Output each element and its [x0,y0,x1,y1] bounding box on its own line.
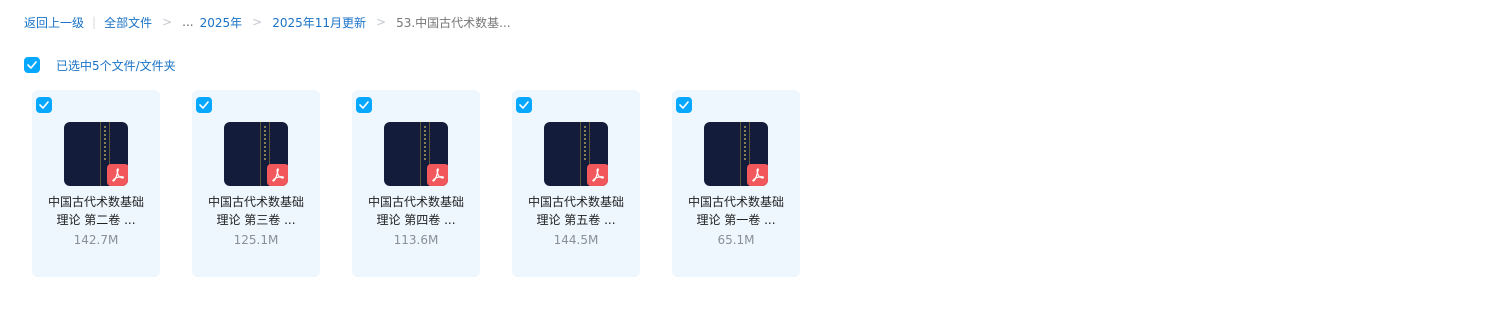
file-name-line: 中国古代术数基础 [687,195,784,209]
pdf-icon [267,164,288,186]
pdf-icon [107,164,128,186]
file-size: 65.1M [717,233,755,247]
file-grid: 中国古代术数基础 理论 第二卷 ... 142.7M 中国古代术数基础 理论 第… [32,90,800,277]
chevron-right-icon: > [376,15,387,29]
check-icon [359,101,369,109]
file-size: 142.7M [73,233,119,247]
file-name-line: 理论 第三卷 ... [216,213,296,227]
file-card[interactable]: 中国古代术数基础 理论 第五卷 ... 144.5M [512,90,640,277]
back-link[interactable]: 返回上一级 [24,14,84,31]
file-thumbnail [384,122,448,186]
file-name: 中国古代术数基础 理论 第四卷 ... [358,193,474,229]
file-thumbnail [224,122,288,186]
check-icon [679,101,689,109]
breadcrumb-ellipsis[interactable]: ... [182,15,193,29]
file-name-line: 中国古代术数基础 [527,195,624,209]
file-size: 125.1M [233,233,279,247]
selection-count-label: 已选中5个文件/文件夹 [56,58,176,73]
select-all-row: 已选中5个文件/文件夹 [24,56,176,74]
check-icon [39,101,49,109]
pdf-icon [587,164,608,186]
pdf-icon [747,164,768,186]
file-name: 中国古代术数基础 理论 第一卷 ... [678,193,794,229]
check-icon [199,101,209,109]
divider: | [92,15,97,29]
breadcrumb-all-files[interactable]: 全部文件 [104,14,152,31]
file-name-line: 理论 第一卷 ... [696,213,776,227]
chevron-right-icon: > [162,15,173,29]
file-thumbnail [704,122,768,186]
file-checkbox[interactable] [196,97,212,113]
file-checkbox[interactable] [516,97,532,113]
file-name: 中国古代术数基础 理论 第三卷 ... [198,193,314,229]
file-card[interactable]: 中国古代术数基础 理论 第一卷 ... 65.1M [672,90,800,277]
file-card[interactable]: 中国古代术数基础 理论 第四卷 ... 113.6M [352,90,480,277]
file-card[interactable]: 中国古代术数基础 理论 第二卷 ... 142.7M [32,90,160,277]
breadcrumb-month[interactable]: 2025年11月更新 [272,14,366,31]
file-checkbox[interactable] [356,97,372,113]
check-icon [27,61,37,69]
file-name: 中国古代术数基础 理论 第五卷 ... [518,193,634,229]
breadcrumb-current: 53.中国古代术数基... [396,15,511,30]
file-name-line: 理论 第四卷 ... [376,213,456,227]
file-size: 113.6M [393,233,439,247]
file-checkbox[interactable] [36,97,52,113]
file-size: 144.5M [553,233,599,247]
chevron-right-icon: > [252,15,263,29]
breadcrumb: 返回上一级 | 全部文件 > ... 2025年 > 2025年11月更新 > … [24,13,511,31]
file-name-line: 中国古代术数基础 [367,195,464,209]
pdf-icon [427,164,448,186]
file-thumbnail [544,122,608,186]
file-name: 中国古代术数基础 理论 第二卷 ... [38,193,154,229]
file-name-line: 理论 第二卷 ... [56,213,136,227]
file-name-line: 理论 第五卷 ... [536,213,616,227]
breadcrumb-year[interactable]: 2025年 [200,14,243,31]
file-thumbnail [64,122,128,186]
file-card[interactable]: 中国古代术数基础 理论 第三卷 ... 125.1M [192,90,320,277]
file-name-line: 中国古代术数基础 [47,195,144,209]
file-name-line: 中国古代术数基础 [207,195,304,209]
select-all-checkbox[interactable] [24,57,40,73]
check-icon [519,101,529,109]
file-checkbox[interactable] [676,97,692,113]
